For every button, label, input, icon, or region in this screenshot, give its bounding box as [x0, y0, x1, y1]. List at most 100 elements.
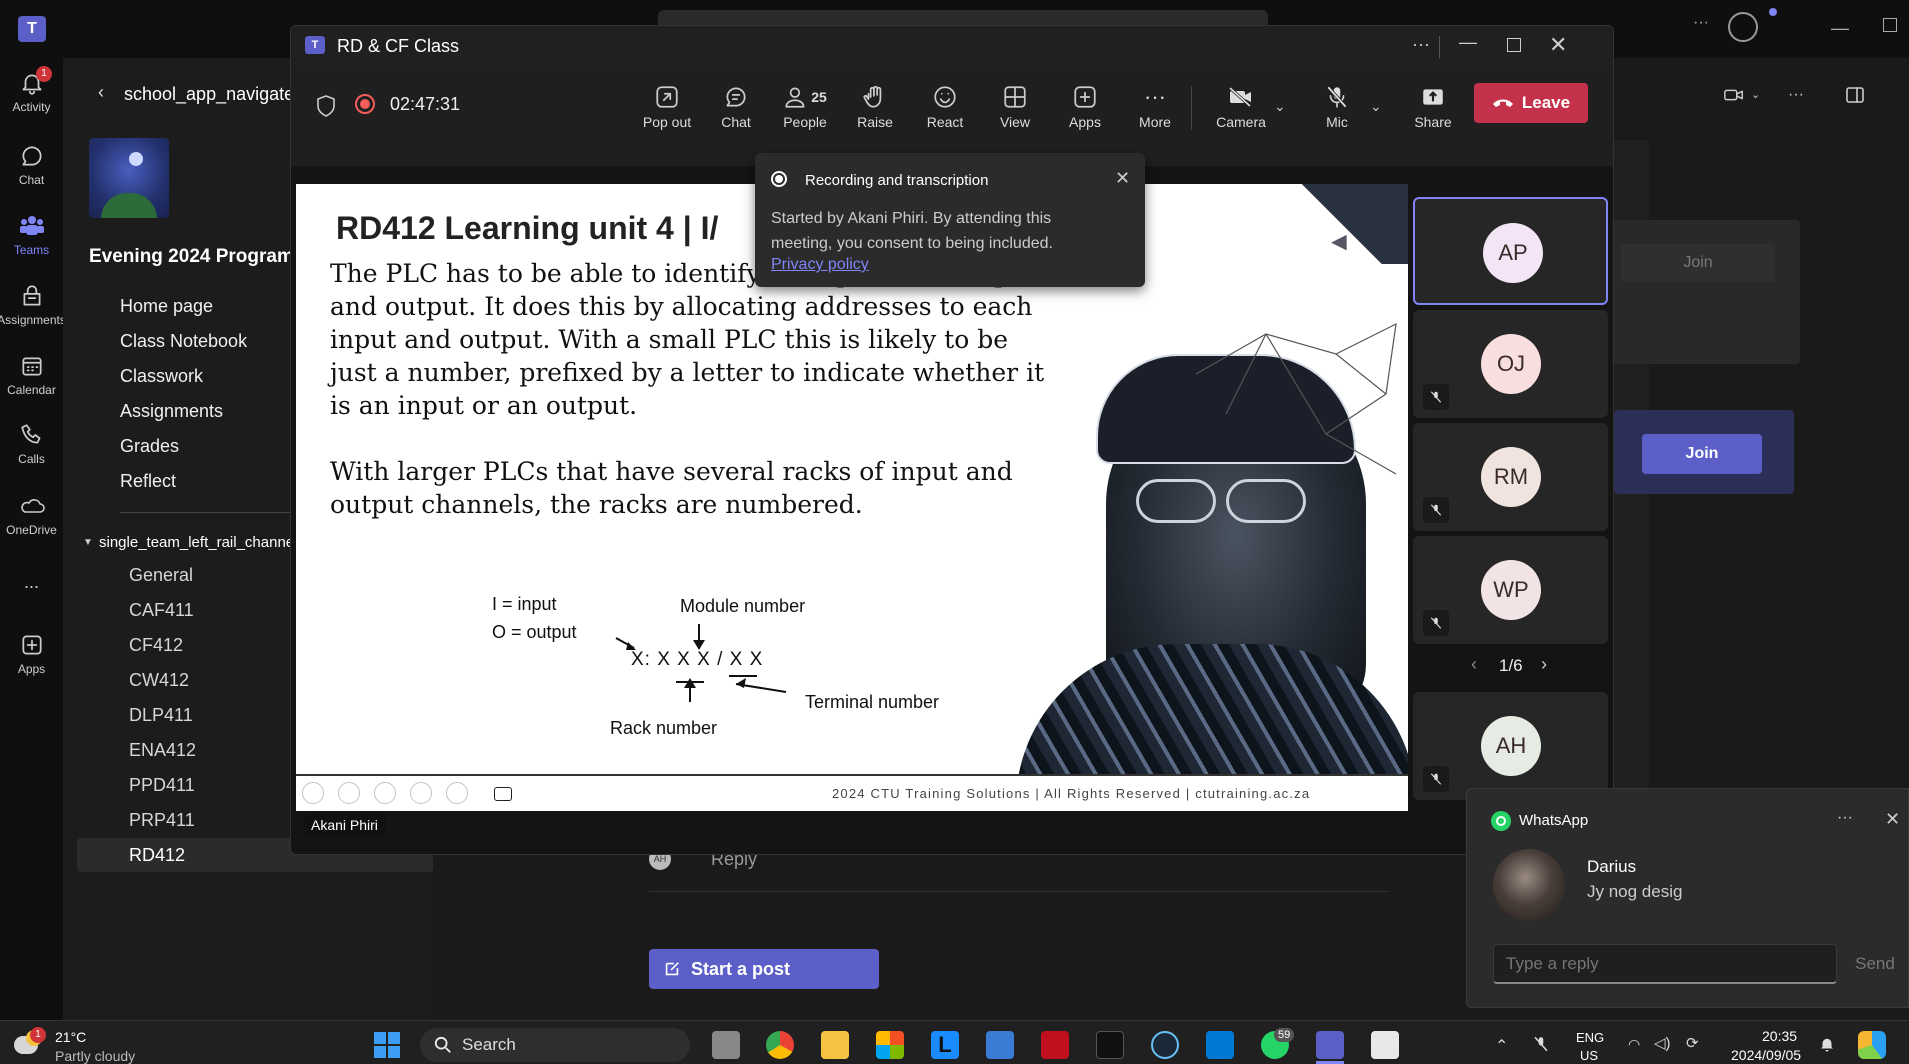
- clock-date[interactable]: 2024/09/05: [1731, 1047, 1801, 1063]
- slide-controls[interactable]: [302, 782, 468, 804]
- store-icon[interactable]: [876, 1031, 904, 1059]
- chat-button[interactable]: Chat: [698, 80, 774, 130]
- back-title[interactable]: school_app_navigate: [124, 84, 294, 105]
- leave-button[interactable]: Leave: [1474, 83, 1588, 123]
- slides-icon[interactable]: [410, 782, 432, 804]
- raise-hand-button[interactable]: Raise: [837, 80, 913, 130]
- wifi-icon[interactable]: ◠: [1628, 1036, 1640, 1053]
- more-icon[interactable]: ···: [1788, 86, 1804, 104]
- vscode-icon[interactable]: [1206, 1031, 1234, 1059]
- draw-app-icon[interactable]: [986, 1031, 1014, 1059]
- caret-down-icon[interactable]: ▼: [83, 537, 93, 548]
- close-icon[interactable]: ✕: [1885, 809, 1900, 830]
- people-button[interactable]: 25 People: [767, 80, 843, 130]
- chevron-down-icon[interactable]: ⌄: [1751, 88, 1760, 101]
- restore-icon[interactable]: [1883, 18, 1897, 32]
- pen-icon[interactable]: [374, 782, 396, 804]
- camera-button[interactable]: Camera: [1203, 80, 1279, 130]
- mic-options-chevron-icon[interactable]: ⌄: [1370, 98, 1382, 115]
- next-slide-icon[interactable]: [338, 782, 360, 804]
- chrome-icon[interactable]: [766, 1031, 794, 1059]
- minimize-icon[interactable]: —: [1831, 18, 1849, 39]
- channel-item[interactable]: CW412: [129, 670, 189, 691]
- channel-item[interactable]: DLP411: [129, 705, 193, 726]
- pop-out-button[interactable]: Pop out: [629, 80, 705, 130]
- rail-onedrive[interactable]: OneDrive: [0, 493, 63, 537]
- rail-more[interactable]: ...: [0, 572, 63, 593]
- back-chevron-icon[interactable]: ‹: [98, 82, 104, 103]
- nav-class-notebook[interactable]: Class Notebook: [120, 331, 247, 352]
- mcafee-icon[interactable]: [1041, 1031, 1069, 1059]
- volume-icon[interactable]: ◁): [1654, 1034, 1671, 1052]
- teams-icon[interactable]: [1316, 1031, 1344, 1059]
- next-page-chevron-icon[interactable]: ›: [1541, 654, 1547, 675]
- taskbar-search[interactable]: Search: [420, 1028, 690, 1062]
- reply-input[interactable]: [1493, 944, 1837, 984]
- more-icon[interactable]: ···: [1693, 14, 1709, 32]
- channel-item[interactable]: CAF411: [129, 600, 194, 621]
- rail-chat[interactable]: Chat: [0, 143, 63, 187]
- channel-item[interactable]: PPD411: [129, 775, 195, 796]
- video-icon[interactable]: [494, 787, 512, 801]
- more-button[interactable]: ··· More: [1117, 80, 1193, 130]
- share-button[interactable]: Share: [1395, 80, 1471, 130]
- snipping-tool-icon[interactable]: [1371, 1031, 1399, 1059]
- channel-item[interactable]: General: [129, 565, 193, 586]
- minimize-icon[interactable]: —: [1459, 32, 1477, 53]
- channel-item[interactable]: ENA412: [129, 740, 196, 761]
- clock-time[interactable]: 20:35: [1762, 1028, 1797, 1044]
- epic-games-icon[interactable]: [1096, 1031, 1124, 1059]
- nav-grades[interactable]: Grades: [120, 436, 179, 457]
- participant-tile[interactable]: AP: [1413, 197, 1608, 305]
- prev-page-chevron-icon[interactable]: ‹: [1471, 654, 1477, 675]
- panel-icon[interactable]: [1845, 86, 1865, 104]
- send-button[interactable]: Send: [1845, 944, 1905, 984]
- steam-icon[interactable]: [1151, 1031, 1179, 1059]
- channel-group-label[interactable]: single_team_left_rail_channel: [99, 534, 297, 551]
- channel-item[interactable]: CF412: [129, 635, 183, 656]
- start-post-button[interactable]: Start a post: [649, 949, 879, 989]
- nav-assignments[interactable]: Assignments: [120, 401, 223, 422]
- join-button[interactable]: Join: [1642, 434, 1762, 474]
- rail-activity[interactable]: 1 Activity: [0, 66, 63, 114]
- windows-start-icon[interactable]: [374, 1032, 400, 1058]
- avatar[interactable]: [1728, 12, 1758, 42]
- rail-assignments[interactable]: Assignments: [0, 283, 66, 327]
- participant-tile[interactable]: OJ: [1413, 310, 1608, 418]
- participant-tile[interactable]: RM: [1413, 423, 1608, 531]
- chevron-up-icon[interactable]: ⌃: [1495, 1036, 1508, 1056]
- lang-primary[interactable]: ENG: [1576, 1030, 1604, 1045]
- mic-button[interactable]: Mic: [1299, 80, 1375, 130]
- lang-secondary[interactable]: US: [1580, 1048, 1598, 1063]
- channel-item[interactable]: PRP411: [129, 810, 195, 831]
- apps-button[interactable]: Apps: [1047, 80, 1123, 130]
- sync-icon[interactable]: ⟳: [1686, 1034, 1699, 1052]
- notification-bell-icon[interactable]: [1818, 1034, 1836, 1054]
- more-icon[interactable]: ···: [1837, 809, 1853, 827]
- mic-off-icon[interactable]: [1532, 1034, 1550, 1054]
- weather-temp[interactable]: 21°C: [55, 1029, 86, 1045]
- privacy-policy-link[interactable]: Privacy policy: [771, 256, 869, 274]
- participant-tile[interactable]: WP: [1413, 536, 1608, 644]
- nav-home-page[interactable]: Home page: [120, 296, 213, 317]
- react-button[interactable]: React: [907, 80, 983, 130]
- prev-slide-icon[interactable]: [302, 782, 324, 804]
- camera-icon[interactable]: [1723, 86, 1745, 104]
- camera-options-chevron-icon[interactable]: ⌄: [1274, 98, 1286, 115]
- close-icon[interactable]: ✕: [1115, 168, 1130, 189]
- folder-icon[interactable]: [821, 1031, 849, 1059]
- rail-calendar[interactable]: Calendar: [0, 353, 63, 397]
- view-button[interactable]: View: [977, 80, 1053, 130]
- rail-apps[interactable]: Apps: [0, 632, 63, 676]
- app-l-icon[interactable]: L: [931, 1031, 959, 1059]
- nav-classwork[interactable]: Classwork: [120, 366, 203, 387]
- nav-reflect[interactable]: Reflect: [120, 471, 176, 492]
- rail-teams[interactable]: Teams: [0, 213, 63, 257]
- copilot-icon[interactable]: [1858, 1031, 1886, 1059]
- shield-icon[interactable]: [315, 94, 337, 118]
- participant-tile[interactable]: AH: [1413, 692, 1608, 800]
- maximize-icon[interactable]: [1507, 38, 1521, 52]
- more-icon[interactable]: ···: [1412, 34, 1430, 55]
- rail-calls[interactable]: Calls: [0, 422, 63, 466]
- channel-item-selected[interactable]: RD412: [129, 845, 185, 866]
